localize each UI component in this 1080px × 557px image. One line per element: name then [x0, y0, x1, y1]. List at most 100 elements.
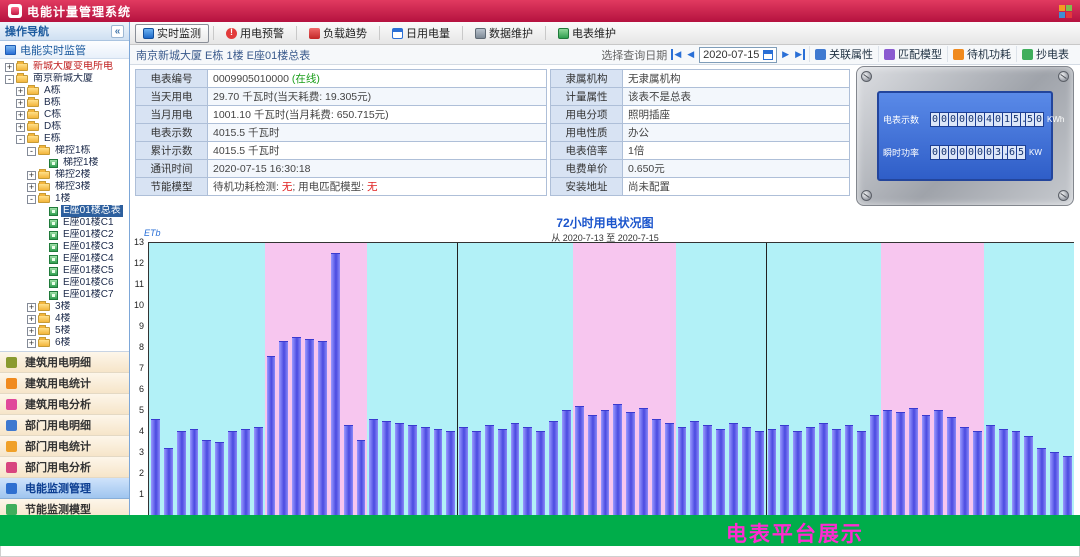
expand-icon[interactable]: + — [16, 111, 25, 120]
link-button[interactable]: 关联属性 — [809, 46, 878, 62]
chart-bar — [190, 429, 199, 515]
tree-node[interactable]: E座01楼C3 — [2, 241, 129, 253]
y-tick-label: 9 — [139, 321, 144, 331]
tab-daily[interactable]: 日用电量 — [384, 24, 458, 43]
energy-monitor-icon — [6, 483, 17, 494]
tab-meter-maintain[interactable]: 电表维护 — [550, 24, 624, 43]
separator — [213, 26, 214, 40]
meter-icon — [49, 231, 58, 240]
chart-unit-label: ETb — [144, 228, 161, 238]
tab-trend[interactable]: 负载趋势 — [301, 24, 375, 43]
sidebar-item[interactable]: 部门用电统计 — [0, 436, 129, 457]
tree-node[interactable]: +4楼 — [2, 313, 129, 325]
y-tick-label: 12 — [134, 258, 144, 268]
tree-node[interactable]: +6楼 — [2, 337, 129, 349]
collapse-icon[interactable]: - — [27, 147, 36, 156]
sidebar-item[interactable]: 电能监测管理 — [0, 478, 129, 499]
tree-node[interactable]: E座01楼总表 — [2, 205, 129, 217]
expand-icon[interactable]: + — [27, 303, 36, 312]
window-color-squares-icon[interactable] — [1059, 5, 1072, 18]
info-row: 安装地址尚未配置 — [551, 178, 850, 196]
monitor-icon — [5, 45, 16, 55]
sidebar-item[interactable]: 建筑用电分析 — [0, 394, 129, 415]
tree-node[interactable]: -1楼 — [2, 193, 129, 205]
folder-icon — [16, 75, 28, 83]
y-tick-label: 6 — [139, 384, 144, 394]
prev-day-button[interactable]: ◀ — [686, 49, 695, 60]
sidebar-item[interactable]: 节能监测模型 — [0, 499, 129, 515]
expand-icon[interactable]: + — [16, 87, 25, 96]
footer-caption: 电表平台展示 — [726, 518, 864, 548]
tree-node[interactable]: +5楼 — [2, 325, 129, 337]
chart-bar — [241, 429, 250, 515]
expand-icon[interactable]: + — [16, 123, 25, 132]
building-detail-icon — [6, 357, 17, 368]
tab-warning[interactable]: 用电预警 — [218, 24, 292, 43]
expand-icon[interactable]: + — [27, 339, 36, 348]
tree-node[interactable]: E座01楼C2 — [2, 229, 129, 241]
info-row: 节能模型待机功耗检测: 无; 用电匹配模型: 无 — [136, 178, 547, 196]
date-input[interactable]: 2020-07-15 — [699, 47, 777, 63]
tree-node[interactable]: +梯控2楼 — [2, 169, 129, 181]
info-value: 0.650元 — [623, 160, 850, 178]
tree-node[interactable]: -南京新城大厦 — [2, 73, 129, 85]
tab-data[interactable]: 数据维护 — [467, 24, 541, 43]
sidebar-item[interactable]: 部门用电分析 — [0, 457, 129, 478]
tree-node[interactable]: +3楼 — [2, 301, 129, 313]
collapse-icon[interactable]: - — [5, 75, 14, 84]
collapse-icon[interactable]: - — [27, 195, 36, 204]
sidebar-title: 操作导航 — [5, 23, 49, 39]
main-panel: 实时监测用电预警负载趋势日用电量数据维护电表维护 南京新城大厦 E栋 1楼 E座… — [130, 22, 1080, 515]
chart-bar — [331, 253, 340, 515]
info-label: 当天用电 — [136, 88, 208, 106]
device-tree: +新城大厦变电所电-南京新城大厦+A栋+B栋+C栋+D栋-E栋-梯控1栋梯控1楼… — [0, 59, 129, 351]
footer-banner: 电表平台展示 — [0, 515, 1080, 546]
usage-chart: 72小时用电状况图 从 2020-7-13 至 2020-7-15 ETb 13… — [130, 212, 1080, 515]
sidebar-item[interactable]: 建筑用电明细 — [0, 352, 129, 373]
next-day-button[interactable]: ▶ — [781, 49, 790, 60]
chart-bar — [562, 410, 571, 515]
tree-node[interactable]: +D栋 — [2, 121, 129, 133]
model-icon — [884, 49, 895, 60]
sidebar-item[interactable]: 部门用电明细 — [0, 415, 129, 436]
expand-icon[interactable]: + — [5, 63, 14, 72]
sidebar-item-realtime-supervision[interactable]: 电能实时监管 — [0, 41, 129, 59]
chart-bar — [973, 431, 982, 515]
expand-icon[interactable]: + — [27, 315, 36, 324]
tree-node[interactable]: +新城大厦变电所电 — [2, 61, 129, 73]
read-meter-button[interactable]: 抄电表 — [1016, 46, 1074, 62]
last-day-button[interactable]: ▶ — [794, 49, 805, 60]
first-day-button[interactable]: ◀ — [671, 49, 682, 60]
model-button[interactable]: 匹配模型 — [878, 46, 947, 62]
tree-node[interactable]: -E栋 — [2, 133, 129, 145]
collapse-icon[interactable]: - — [16, 135, 25, 144]
chart-bar — [292, 337, 301, 515]
expand-icon[interactable]: + — [16, 99, 25, 108]
expand-icon[interactable]: + — [27, 183, 36, 192]
tree-node[interactable]: 梯控1楼 — [2, 157, 129, 169]
expand-icon[interactable]: + — [27, 171, 36, 180]
toolbar-tabs: 实时监测用电预警负载趋势日用电量数据维护电表维护 — [130, 22, 1080, 45]
tree-node[interactable]: +C栋 — [2, 109, 129, 121]
standby-button[interactable]: 待机功耗 — [947, 46, 1016, 62]
tree-node[interactable]: +A栋 — [2, 85, 129, 97]
tree-node[interactable]: E座01楼C6 — [2, 277, 129, 289]
sidebar-collapse-button[interactable]: « — [111, 25, 124, 38]
chart-bar — [909, 408, 918, 515]
expand-icon[interactable]: + — [27, 327, 36, 336]
folder-icon — [38, 147, 50, 155]
tree-node[interactable]: +B栋 — [2, 97, 129, 109]
info-label: 电费单价 — [551, 160, 623, 178]
tree-node[interactable]: E座01楼C1 — [2, 217, 129, 229]
sidebar-item[interactable]: 建筑用电统计 — [0, 373, 129, 394]
tree-node[interactable]: -梯控1栋 — [2, 145, 129, 157]
tree-node[interactable]: E座01楼C7 — [2, 289, 129, 301]
meter-icon — [49, 291, 58, 300]
folder-icon — [27, 99, 39, 107]
tab-realtime[interactable]: 实时监测 — [135, 24, 209, 43]
tree-node[interactable]: E座01楼C5 — [2, 265, 129, 277]
chart-bar — [716, 429, 725, 515]
folder-icon — [38, 171, 50, 179]
tree-node[interactable]: E座01楼C4 — [2, 253, 129, 265]
tree-node[interactable]: +梯控3楼 — [2, 181, 129, 193]
